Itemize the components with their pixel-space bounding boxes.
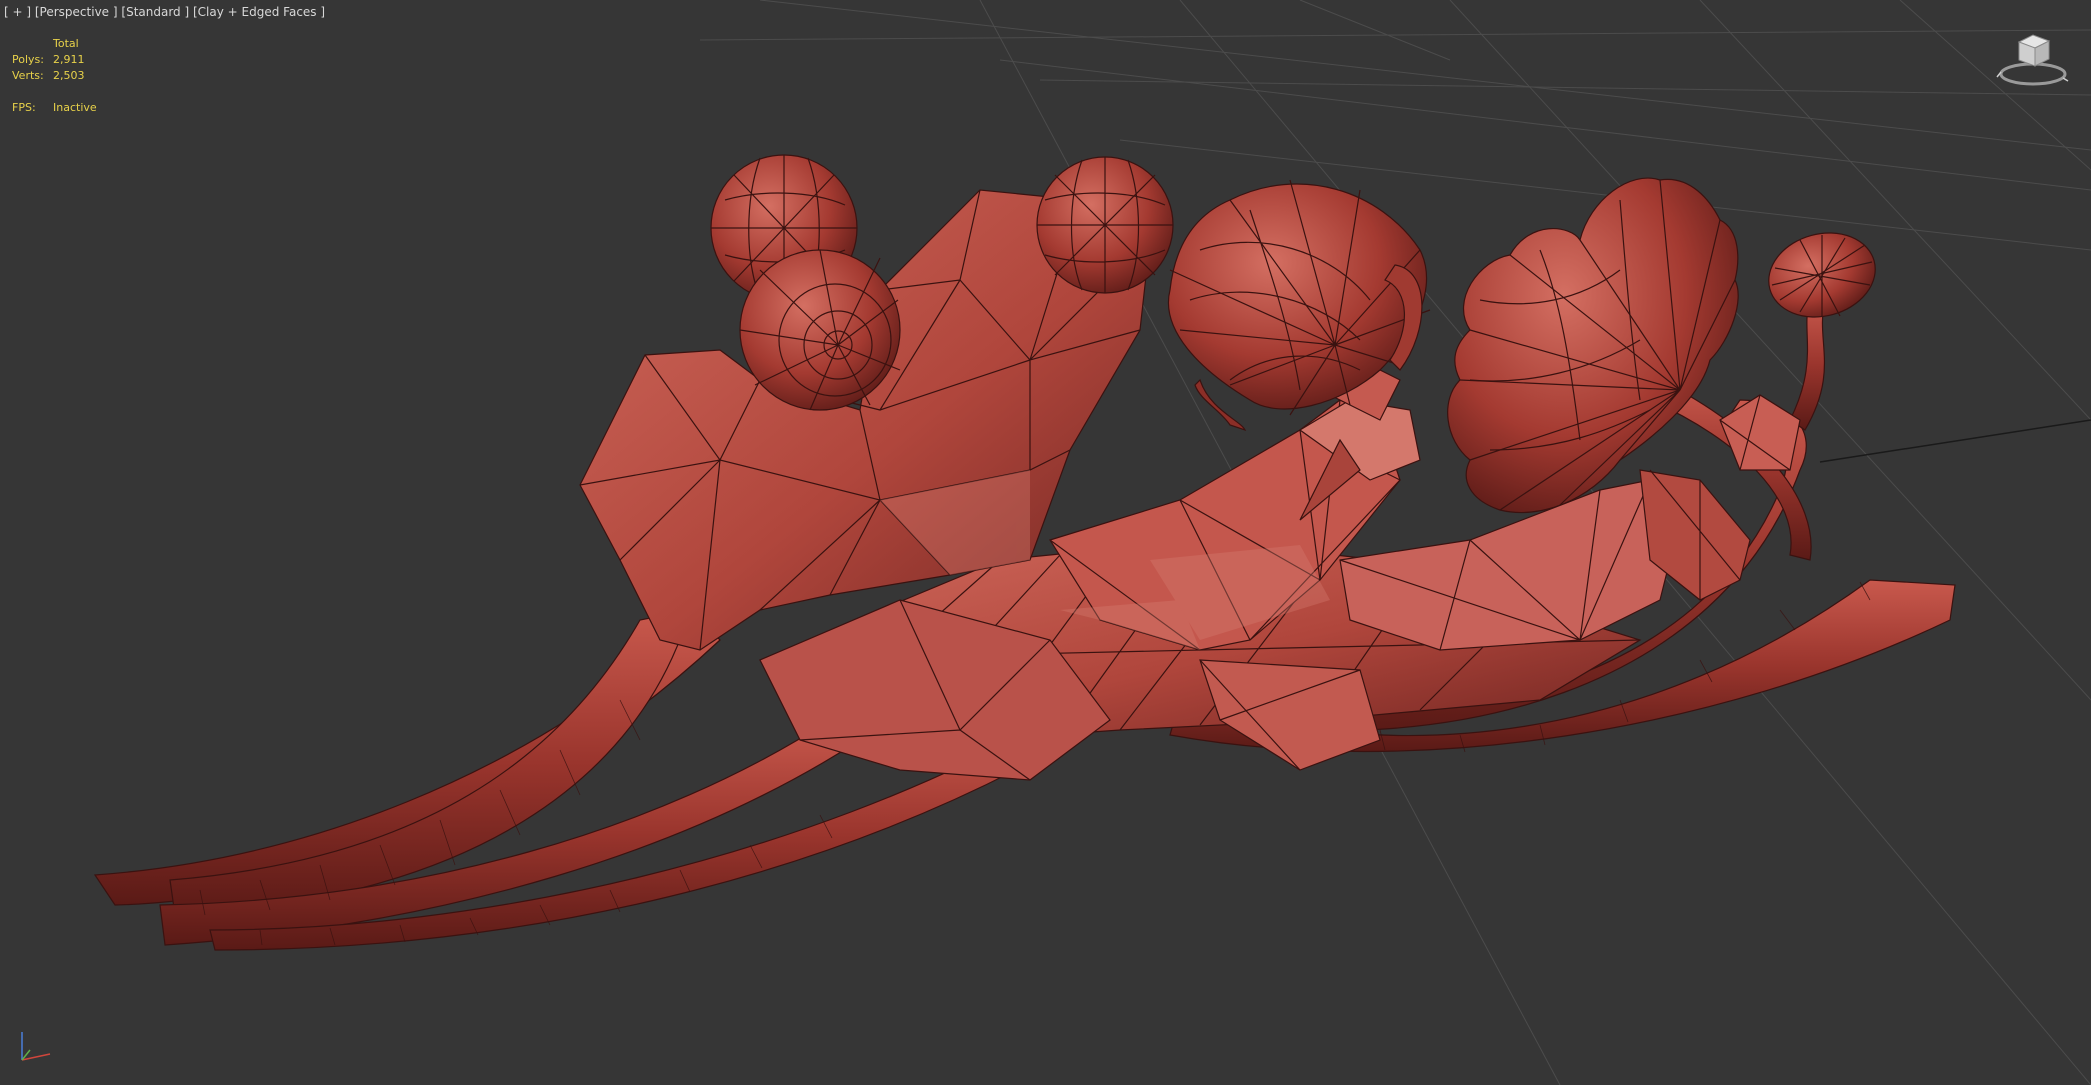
flower-ruffled	[1447, 177, 1739, 514]
viewport-label: [ + ] [Perspective ] [Standard ] [Clay +…	[4, 5, 325, 19]
viewport-display-mode[interactable]: [Clay + Edged Faces ]	[193, 5, 325, 19]
viewcube-icon[interactable]	[1993, 28, 2073, 98]
sphere-top-mid	[1036, 156, 1174, 294]
polys-label: Polys:	[12, 53, 44, 66]
polys-value: 2,911	[53, 53, 85, 66]
viewport-menu-plus[interactable]: [ + ]	[4, 5, 31, 19]
sphere-front	[739, 249, 901, 411]
fps-label: FPS:	[12, 101, 36, 114]
viewport-pov-label[interactable]: [Perspective ]	[35, 5, 118, 19]
axis-tripod-icon	[21, 1032, 51, 1061]
verts-value: 2,503	[53, 69, 85, 82]
fps-value: Inactive	[53, 101, 97, 114]
verts-label: Verts:	[12, 69, 44, 82]
stats-header: Total	[53, 37, 79, 50]
axis-line	[1819, 419, 2091, 463]
viewport-shading-mode[interactable]: [Standard ]	[121, 5, 189, 19]
scene-canvas[interactable]	[0, 0, 2091, 1085]
viewport-perspective[interactable]: [ + ] [Perspective ] [Standard ] [Clay +…	[0, 0, 2091, 1085]
statistics-overlay: Total Polys: 2,911 Verts: 2,503 FPS: Inacti…	[12, 36, 97, 116]
bud-right	[1768, 232, 1876, 318]
